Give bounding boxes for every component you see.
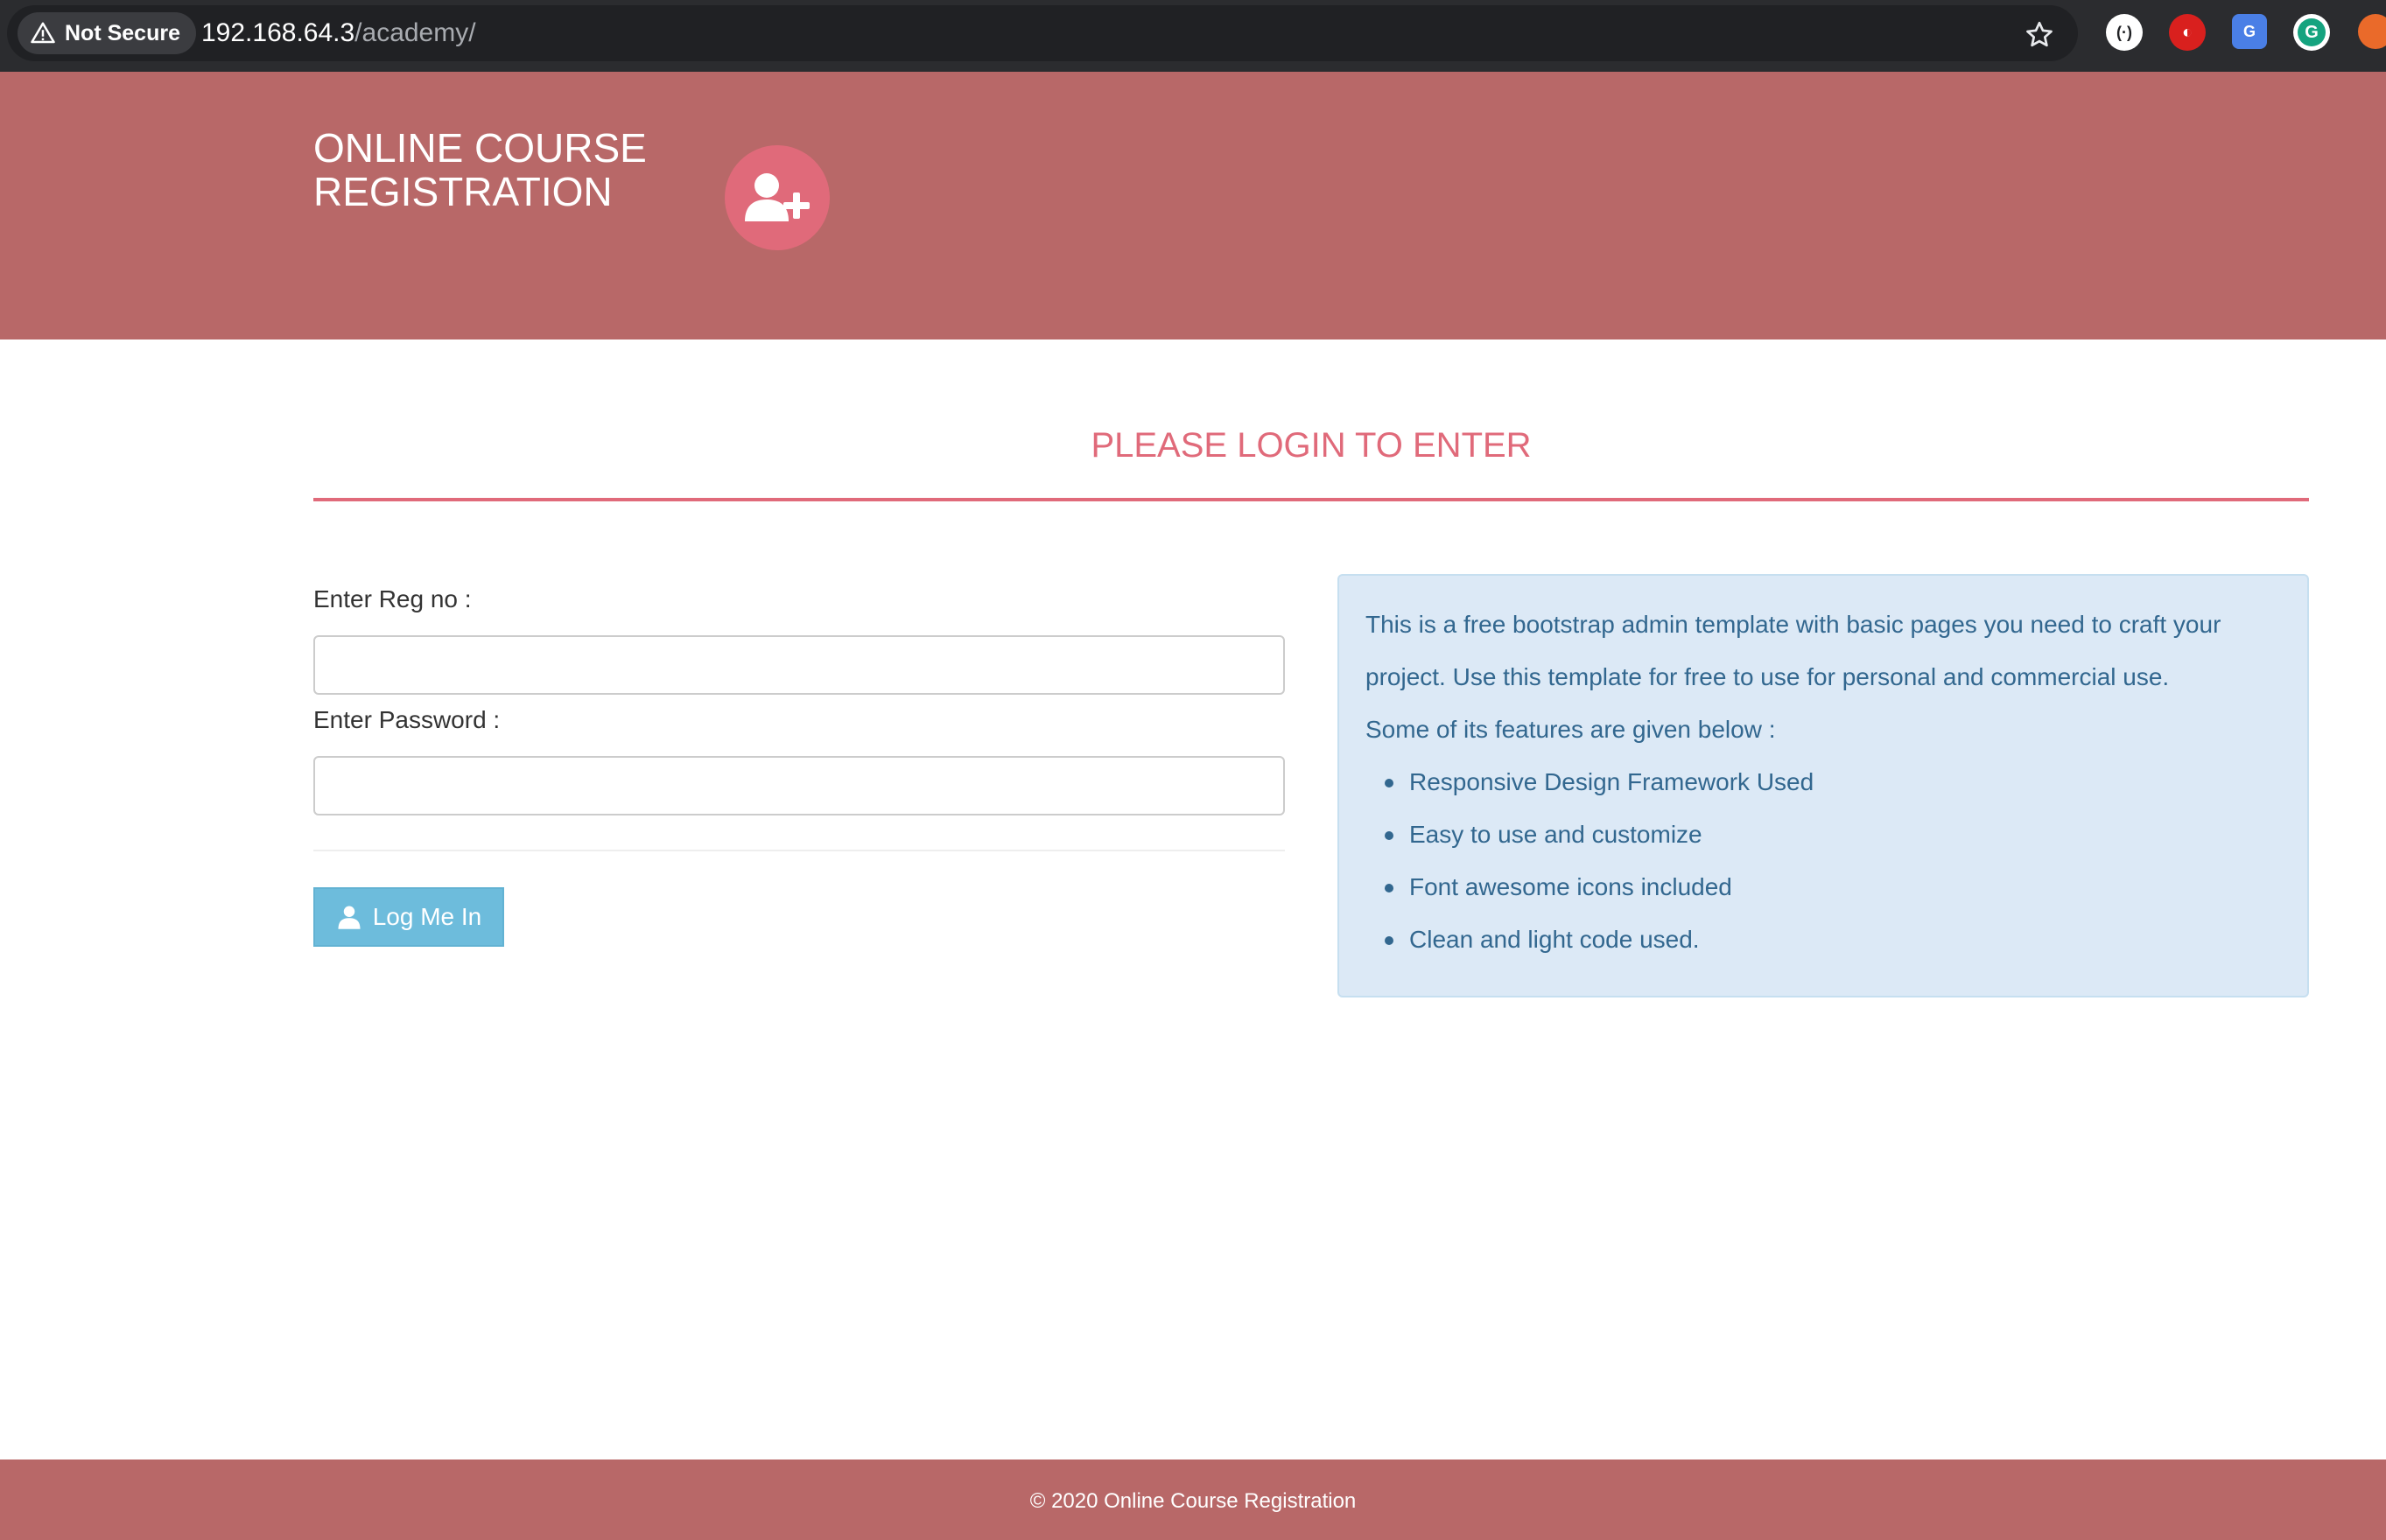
address-bar[interactable]: Not Secure 192.168.64.3/academy/ xyxy=(7,5,2078,61)
warning-triangle-icon xyxy=(31,22,55,44)
page-title: PLEASE LOGIN TO ENTER xyxy=(1091,426,1532,465)
security-label: Not Secure xyxy=(65,20,180,46)
info-text: This is a free bootstrap admin template … xyxy=(1365,598,2284,756)
grammarly-extension-icon[interactable]: G xyxy=(2293,14,2330,51)
login-button[interactable]: Log Me In xyxy=(313,887,504,947)
login-button-label: Log Me In xyxy=(372,903,482,930)
translate-extension-icon[interactable]: G xyxy=(2232,14,2267,49)
list-item: Responsive Design Framework Used xyxy=(1384,756,1814,808)
reg-no-input[interactable] xyxy=(313,635,1285,695)
url-path: /academy/ xyxy=(354,18,476,47)
info-intro: This is a free bootstrap admin template … xyxy=(1365,611,2221,690)
password-label: Enter Password : xyxy=(313,706,501,733)
info-features-heading: Some of its features are given below : xyxy=(1365,716,1776,743)
url-host: 192.168.64.3 xyxy=(201,18,355,47)
site-header: ONLINE COURSE REGISTRATION xyxy=(0,72,2386,340)
reg-no-label: Enter Reg no : xyxy=(313,585,472,612)
features-list: Responsive Design Framework Used Easy to… xyxy=(1365,756,1814,966)
site-logo xyxy=(725,145,830,250)
extension-icon-1[interactable]: (·) xyxy=(2106,14,2143,51)
url-text[interactable]: 192.168.64.3/academy/ xyxy=(201,18,476,49)
list-item: Font awesome icons included xyxy=(1384,861,1814,914)
browser-toolbar: Not Secure 192.168.64.3/academy/ (·) ◐ G… xyxy=(0,0,2386,72)
footer-copyright: © 2020 Online Course Registration xyxy=(1029,1489,1357,1513)
site-footer: © 2020 Online Course Registration xyxy=(0,1460,2386,1540)
list-item: Easy to use and customize xyxy=(1384,808,1814,861)
site-title: ONLINE COURSE REGISTRATION xyxy=(313,125,647,214)
extension-icon-5[interactable] xyxy=(2358,14,2386,49)
password-input[interactable] xyxy=(313,756,1285,816)
info-panel: This is a free bootstrap admin template … xyxy=(1337,574,2309,998)
list-item: Clean and light code used. xyxy=(1384,914,1814,966)
user-plus-icon xyxy=(745,173,810,221)
user-icon xyxy=(338,906,361,929)
form-divider xyxy=(313,850,1285,851)
heading-divider xyxy=(313,498,2309,501)
security-indicator[interactable]: Not Secure xyxy=(18,12,196,54)
extension-icon-2[interactable]: ◐ xyxy=(2169,14,2206,51)
star-icon[interactable] xyxy=(2024,19,2055,51)
